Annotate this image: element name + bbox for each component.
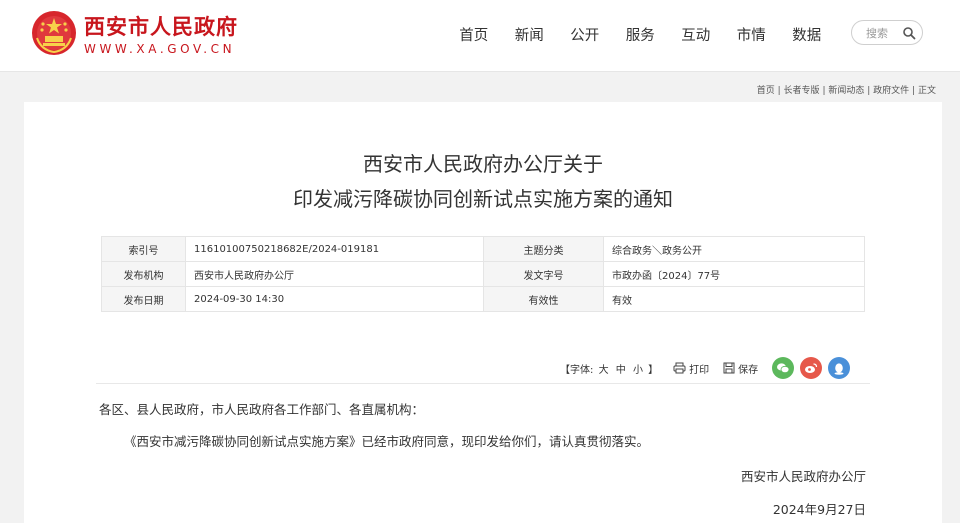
search-icon[interactable] <box>902 26 916 40</box>
site-name[interactable]: 西安市人民政府 <box>84 11 238 41</box>
publish-date-value: 2024-09-30 14:30 <box>185 286 484 312</box>
doc-number-label: 发文字号 <box>483 261 604 287</box>
print-label: 打印 <box>689 364 710 376</box>
breadcrumb-separator: | <box>822 86 826 96</box>
printer-icon <box>673 362 686 374</box>
nav-home[interactable]: 首页 <box>446 24 502 45</box>
validity-label: 有效性 <box>483 286 604 312</box>
index-value: 11610100750218682E/2024-019181 <box>185 236 484 262</box>
search-input[interactable] <box>866 25 902 41</box>
meta-row: 发布日期 2024-09-30 14:30 有效性 有效 <box>101 286 865 312</box>
toolbar-divider <box>96 383 870 384</box>
share-wechat-button[interactable] <box>772 357 795 379</box>
article-sign-date: 2024年9月27日 <box>772 502 866 517</box>
issuer-value: 西安市人民政府办公厅 <box>185 261 484 287</box>
breadcrumb-home[interactable]: 首页 <box>757 86 775 96</box>
search-box <box>851 20 923 45</box>
meta-row: 发布机构 西安市人民政府办公厅 发文字号 市政办函〔2024〕77号 <box>101 261 865 287</box>
font-size-suffix: 】 <box>648 364 659 376</box>
nav-service[interactable]: 服务 <box>613 24 669 45</box>
font-large-button[interactable]: 大 <box>599 365 609 376</box>
site-header: 西安市人民政府 WWW.XA.GOV.CN 首页 新闻 公开 服务 互动 市情 … <box>0 0 960 72</box>
index-label: 索引号 <box>101 236 186 262</box>
document-meta-table: 索引号 11610100750218682E/2024-019181 主题分类 … <box>101 236 865 312</box>
save-icon <box>723 362 735 374</box>
doc-number-value: 市政办函〔2024〕77号 <box>603 261 865 287</box>
meta-row: 索引号 11610100750218682E/2024-019181 主题分类 … <box>101 236 865 262</box>
save-label: 保存 <box>738 364 759 376</box>
qq-icon <box>834 362 844 375</box>
issuer-label: 发布机构 <box>101 261 186 287</box>
article-body: 《西安市减污降碳协同创新试点实施方案》已经市政府同意，现印发给你们，请认真贯彻落… <box>124 434 650 449</box>
article-salutation: 各区、县人民政府，市人民政府各工作部门、各直属机构： <box>99 402 425 417</box>
share-qq-button[interactable] <box>828 357 851 379</box>
main-nav: 首页 新闻 公开 服务 互动 市情 数据 <box>446 24 835 45</box>
topic-value: 综合政务＼政务公开 <box>603 236 865 262</box>
font-size-prefix: 【字体: <box>560 364 594 376</box>
publish-date-label: 发布日期 <box>101 286 186 312</box>
topic-label: 主题分类 <box>483 236 604 262</box>
breadcrumb-separator: | <box>777 86 781 96</box>
breadcrumb-news[interactable]: 新闻动态 <box>828 86 864 96</box>
share-weibo-button[interactable] <box>800 357 823 379</box>
article-title-line1: 西安市人民政府办公厅关于 <box>363 152 603 176</box>
validity-value: 有效 <box>603 286 865 312</box>
font-medium-button[interactable]: 中 <box>616 365 626 376</box>
breadcrumb: 首页 | 长者专版 | 新闻动态 | 政府文件 | 正文 <box>757 83 936 96</box>
breadcrumb-gov-docs[interactable]: 政府文件 <box>873 86 909 96</box>
national-emblem-logo[interactable] <box>31 10 77 56</box>
article-title-line2: 印发减污降碳协同创新试点实施方案的通知 <box>293 187 673 211</box>
breadcrumb-separator: | <box>912 86 916 96</box>
save-button[interactable]: 保存 <box>723 361 758 376</box>
font-size-control: 【字体: 大 中 小 】 <box>560 361 658 376</box>
font-small-button[interactable]: 小 <box>633 365 643 376</box>
wechat-icon <box>777 363 790 374</box>
print-button[interactable]: 打印 <box>673 361 709 376</box>
nav-public[interactable]: 公开 <box>557 24 613 45</box>
nav-interaction[interactable]: 互动 <box>668 24 724 45</box>
nav-data[interactable]: 数据 <box>779 24 835 45</box>
breadcrumb-current: 正文 <box>917 86 936 96</box>
site-url: WWW.XA.GOV.CN <box>84 42 236 56</box>
breadcrumb-elder-edition[interactable]: 长者专版 <box>784 86 820 96</box>
weibo-icon <box>805 363 818 373</box>
article-signature: 西安市人民政府办公厅 <box>740 469 866 484</box>
breadcrumb-separator: | <box>867 86 871 96</box>
nav-news[interactable]: 新闻 <box>502 24 558 45</box>
nav-city-info[interactable]: 市情 <box>724 24 780 45</box>
article-container: 西安市人民政府办公厅关于 印发减污降碳协同创新试点实施方案的通知 索引号 116… <box>24 102 942 523</box>
article-toolbar: 【字体: 大 中 小 】 打印 保存 <box>560 355 856 381</box>
